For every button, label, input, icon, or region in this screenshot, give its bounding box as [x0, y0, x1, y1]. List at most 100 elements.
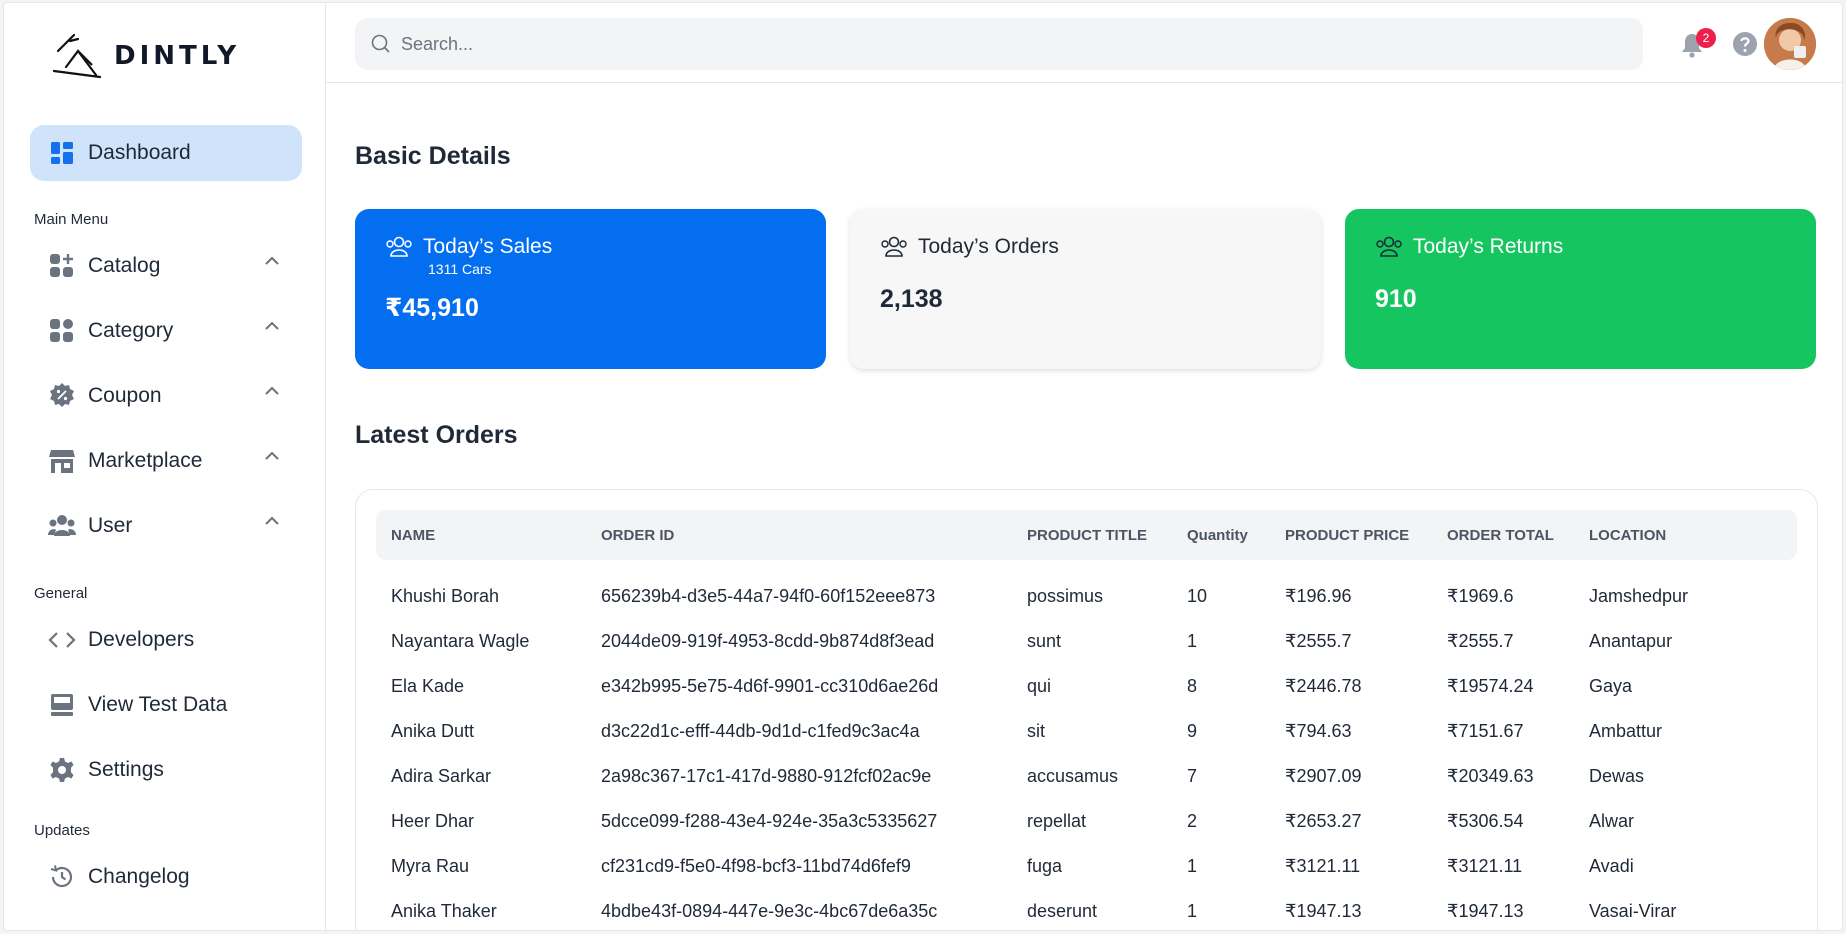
card-label: Today’s Sales [423, 235, 553, 258]
section-label-updates: Updates [34, 822, 90, 839]
sidebar-item-label: Marketplace [88, 449, 203, 472]
cell-name: Anika Thaker [391, 901, 497, 921]
sidebar-item-dashboard[interactable]: Dashboard [30, 125, 302, 181]
cell-product-price: ₹196.96 [1285, 586, 1352, 606]
gear-icon [48, 756, 76, 784]
cell-order-total: ₹3121.11 [1447, 856, 1523, 876]
table-row[interactable]: Ela Kade e342b995-5e75-4d6f-9901-cc310d6… [376, 664, 1797, 709]
cell-quantity: 1 [1187, 856, 1198, 876]
cell-quantity: 2 [1187, 811, 1198, 831]
column-header-order-total[interactable]: ORDER TOTAL [1432, 510, 1574, 560]
cell-quantity: 8 [1187, 676, 1198, 696]
cell-quantity: 10 [1187, 586, 1208, 606]
dashboard-icon [48, 139, 76, 167]
orders-table: NAME ORDER ID PRODUCT TITLE Quantity PRO… [376, 510, 1797, 930]
cell-order-id: cf231cd9-f5e0-4f98-bcf3-11bd74d6fef9 [601, 856, 911, 876]
help-icon[interactable] [1732, 31, 1758, 57]
table-row[interactable]: Adira Sarkar 2a98c367-17c1-417d-9880-912… [376, 754, 1797, 799]
card-value: 2,138 [880, 285, 943, 313]
cell-order-id: 656239b4-d3e5-44a7-94f0-60f152eee873 [601, 586, 936, 606]
sidebar-item-label: Developers [88, 628, 195, 651]
brand-logo[interactable]: DINTLY [48, 31, 240, 81]
cell-quantity: 9 [1187, 721, 1198, 741]
sidebar-item-view-test-data[interactable]: View Test Data [30, 677, 302, 733]
table-row[interactable]: Heer Dhar 5dcce099-f288-43e4-924e-35a3c5… [376, 799, 1797, 844]
chevron-up-icon [265, 321, 279, 330]
notification-badge: 2 [1696, 28, 1716, 48]
chevron-up-icon [265, 451, 279, 460]
cell-product-title: accusamus [1027, 766, 1119, 786]
inbox-icon [48, 691, 76, 719]
cell-name: Adira Sarkar [391, 766, 492, 786]
sidebar-item-label: View Test Data [88, 693, 228, 716]
history-icon [48, 863, 76, 891]
cell-name: Nayantara Wagle [391, 631, 530, 651]
sidebar-item-label: Dashboard [88, 141, 191, 164]
card-todays-orders[interactable]: Today’s Orders 2,138 [850, 209, 1321, 369]
cell-name: Khushi Borah [391, 586, 500, 606]
sidebar-item-coupon[interactable]: Coupon [30, 368, 302, 424]
catalog-icon [48, 252, 76, 280]
sidebar-item-label: Catalog [88, 254, 161, 277]
latest-orders-title: Latest Orders [355, 421, 518, 449]
column-header-name[interactable]: NAME [376, 510, 586, 560]
table-row[interactable]: Myra Rau cf231cd9-f5e0-4f98-bcf3-11bd74d… [376, 844, 1797, 889]
cell-location: Gaya [1589, 676, 1633, 696]
top-bar: 2 [326, 3, 1842, 83]
sidebar-item-catalog[interactable]: Catalog [30, 238, 302, 294]
cell-name: Heer Dhar [391, 811, 475, 831]
cell-product-title: sit [1027, 721, 1045, 741]
chevron-up-icon [265, 386, 279, 395]
sidebar-item-label: User [88, 514, 133, 537]
sidebar-item-category[interactable]: Category [30, 303, 302, 359]
search-input[interactable] [401, 33, 1546, 55]
cell-product-price: ₹794.63 [1285, 721, 1352, 741]
cell-location: Avadi [1589, 856, 1634, 876]
card-todays-returns[interactable]: Today’s Returns 910 [1345, 209, 1816, 369]
cell-quantity: 1 [1187, 901, 1198, 921]
card-value: ₹45,910 [385, 294, 479, 322]
sidebar-item-marketplace[interactable]: Marketplace [30, 433, 302, 489]
search-bar[interactable] [355, 18, 1643, 70]
users-icon [386, 236, 412, 257]
column-header-location[interactable]: LOCATION [1574, 510, 1797, 560]
table-row[interactable]: Anika Dutt d3c22d1c-efff-44db-9d1d-c1fed… [376, 709, 1797, 754]
sidebar-item-settings[interactable]: Settings [30, 742, 302, 798]
cell-order-id: d3c22d1c-efff-44db-9d1d-c1fed9c3ac4a [601, 721, 920, 741]
cell-order-id: 4bdbe43f-0894-447e-9e3c-4bc67de6a35c [601, 901, 938, 921]
cell-product-title: qui [1027, 676, 1052, 696]
cell-name: Anika Dutt [391, 721, 475, 741]
app-window: DINTLY Dashboard Main Menu Catalog Categ… [3, 2, 1843, 931]
sidebar: DINTLY Dashboard Main Menu Catalog Categ… [4, 3, 326, 930]
orders-table-card: NAME ORDER ID PRODUCT TITLE Quantity PRO… [355, 489, 1818, 930]
column-header-product-price[interactable]: PRODUCT PRICE [1270, 510, 1432, 560]
cell-product-title: sunt [1027, 631, 1062, 651]
card-todays-sales[interactable]: Today’s Sales 1311 Cars ₹45,910 [355, 209, 826, 369]
coupon-icon [48, 382, 76, 410]
avatar[interactable] [1764, 18, 1816, 70]
cell-location: Anantapur [1589, 631, 1673, 651]
card-label: Today’s Returns [1413, 235, 1564, 258]
card-subtitle: 1311 Cars [428, 261, 492, 277]
basic-details-title: Basic Details [355, 142, 511, 170]
category-icon [48, 317, 76, 345]
table-row[interactable]: Nayantara Wagle 2044de09-919f-4953-8cdd-… [376, 619, 1797, 664]
section-label-general: General [34, 585, 88, 602]
users-icon [881, 236, 907, 257]
column-header-quantity[interactable]: Quantity [1172, 510, 1270, 560]
cell-product-price: ₹1947.13 [1285, 901, 1362, 921]
sidebar-item-changelog[interactable]: Changelog [30, 849, 302, 905]
sidebar-item-label: Coupon [88, 384, 162, 407]
cell-location: Ambattur [1589, 721, 1663, 741]
column-header-order-id[interactable]: ORDER ID [586, 510, 1012, 560]
column-header-product-title[interactable]: PRODUCT TITLE [1012, 510, 1172, 560]
table-row[interactable]: Anika Thaker 4bdbe43f-0894-447e-9e3c-4bc… [376, 889, 1797, 930]
sidebar-item-user[interactable]: User [30, 498, 302, 554]
table-row[interactable]: Khushi Borah 656239b4-d3e5-44a7-94f0-60f… [376, 560, 1797, 619]
cell-quantity: 7 [1187, 766, 1198, 786]
sidebar-item-developers[interactable]: Developers [30, 612, 302, 668]
main-content: 2 Basic Details Today’s Sales 1311 Cars … [326, 3, 1842, 930]
cell-product-price: ₹2446.78 [1285, 676, 1362, 696]
chevron-up-icon [265, 516, 279, 525]
cell-location: Jamshedpur [1589, 586, 1689, 606]
